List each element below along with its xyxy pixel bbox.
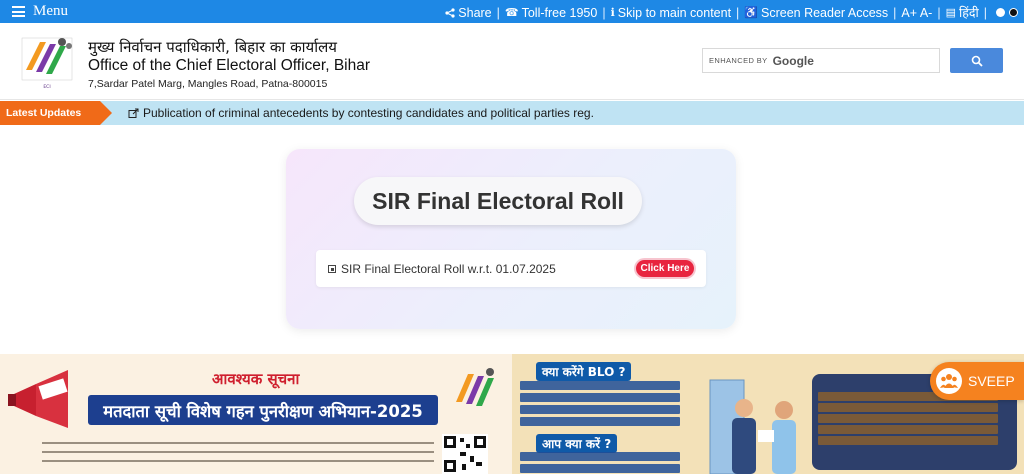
share-icon (445, 7, 455, 18)
qr-code-icon (442, 434, 488, 474)
voter-question-heading: आप क्या करें ? (536, 434, 618, 453)
dark-theme-toggle[interactable] (1009, 8, 1018, 17)
latest-updates-bar: Latest Updates Publication of criminal a… (0, 101, 1024, 125)
click-here-button[interactable]: Click Here (636, 260, 694, 277)
office-address: 7,Sardar Patel Marg, Mangles Road, Patna… (88, 78, 328, 90)
separator: | (893, 5, 897, 20)
share-label: Share (458, 5, 492, 20)
top-utility-bar: Menu Share | ☎ Toll-free 1950 | ℹ Skip t… (0, 0, 1024, 23)
search-button[interactable] (950, 48, 1003, 73)
screen-reader-link[interactable]: ♿ Screen Reader Access (744, 6, 888, 20)
language-switch[interactable]: ▤ हिंदी (946, 4, 979, 21)
separator: | (736, 5, 740, 20)
search-enhanced-label: ENHANCED BY (709, 56, 768, 65)
accessibility-person-icon: ♿ (744, 7, 758, 19)
electoral-roll-card: SIR Final Electoral Roll SIR Final Elect… (286, 149, 736, 329)
menu-button[interactable]: Menu (12, 3, 68, 20)
notice-heading: मतदाता सूची विशेष गहन पुनरीक्षण अभियान-2… (88, 395, 438, 425)
eci-logo-small (456, 368, 494, 406)
site-header: ECI मुख्य निर्वाचन पदाधिकारी, बिहार का क… (0, 23, 1024, 100)
notice-text-lines (42, 442, 434, 469)
skip-label: Skip to main content (617, 5, 732, 20)
separator: | (937, 5, 941, 20)
share-link[interactable]: Share (445, 5, 492, 20)
search-icon (971, 55, 983, 67)
megaphone-icon (8, 370, 68, 428)
people-group-icon (936, 368, 962, 394)
card-title: SIR Final Electoral Roll (354, 177, 642, 225)
latest-updates-label: Latest Updates (0, 101, 112, 125)
svg-text:ECI: ECI (43, 84, 50, 90)
google-brand: Google (772, 53, 814, 68)
tollfree-label: Toll-free 1950 (521, 5, 598, 20)
text-size-controls[interactable]: A+ A- (901, 6, 932, 20)
separator: | (496, 5, 500, 20)
language-icon: ▤ (945, 7, 956, 19)
phone-icon: ☎ (504, 7, 519, 19)
accessibility-links: Share | ☎ Toll-free 1950 | ℹ Skip to mai… (445, 4, 1018, 21)
eci-logo[interactable]: ECI (16, 30, 78, 92)
notice-title: आवश्यक सूचना (212, 370, 300, 388)
light-theme-toggle[interactable] (996, 8, 1005, 17)
blo-illustration (709, 379, 796, 474)
update-link[interactable]: Publication of criminal antecedents by c… (128, 106, 594, 120)
roll-item-text: SIR Final Electoral Roll w.r.t. 01.07.20… (341, 262, 556, 276)
english-site-title: Office of the Chief Electoral Officer, B… (88, 57, 371, 74)
screen-reader-label: Screen Reader Access (761, 5, 889, 20)
separator: | (602, 5, 606, 20)
schedule-rows (818, 392, 998, 447)
voter-task-list (520, 452, 680, 474)
skip-to-content-link[interactable]: ℹ Skip to main content (611, 6, 731, 20)
hindi-site-title: मुख्य निर्वाचन पदाधिकारी, बिहार का कार्य… (88, 38, 337, 56)
notice-banner[interactable]: आवश्यक सूचना मतदाता सूची विशेष गहन पुनरी… (0, 354, 1024, 474)
info-icon: ℹ (610, 7, 615, 19)
update-text: Publication of criminal antecedents by c… (143, 106, 594, 120)
search-input[interactable]: ENHANCED BY Google (702, 48, 940, 73)
roll-item: SIR Final Electoral Roll w.r.t. 01.07.20… (316, 250, 706, 287)
sveep-button[interactable]: SVEEP (930, 362, 1024, 400)
sveep-label: SVEEP (968, 373, 1015, 389)
separator: | (983, 5, 987, 20)
square-bullet-icon (328, 265, 336, 273)
roll-item-text-wrap: SIR Final Electoral Roll w.r.t. 01.07.20… (328, 262, 556, 276)
blo-question-heading: क्या करेंगे BLO ? (536, 362, 632, 381)
menu-label: Menu (33, 3, 68, 19)
tollfree-link[interactable]: ☎ Toll-free 1950 (505, 6, 597, 20)
hamburger-icon (12, 6, 25, 17)
external-link-icon (128, 108, 139, 118)
blo-task-list (520, 381, 680, 429)
language-label: हिंदी (958, 6, 979, 20)
